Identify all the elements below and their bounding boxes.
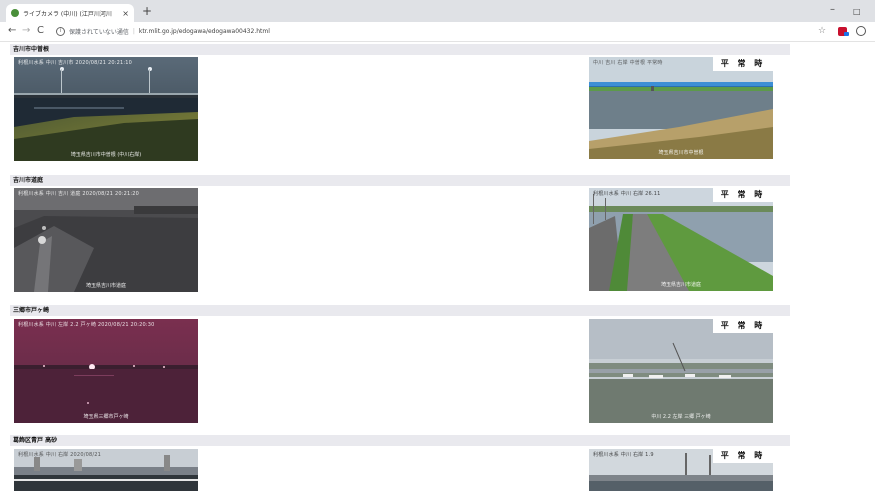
camera-scene — [589, 319, 773, 423]
camera-scene — [14, 319, 198, 423]
camera-caption: 埼玉県吉川市中曽根 — [658, 150, 704, 156]
camera-caption: 埼玉県吉川市道庭 — [660, 282, 701, 288]
camera-overlay-text: 利根川水系 中川 右岸 26.11 — [593, 191, 661, 197]
profile-icon[interactable] — [856, 26, 866, 36]
status-badge: 平 常 時 — [713, 57, 773, 71]
camera-overlay-text: 利根川水系 中川 右岸 2020/08/21 — [18, 452, 101, 458]
camera-image-night[interactable]: 利根川水系 中川 左岸 2.2 戸ヶ崎 2020/08/21 20:20:30 … — [14, 319, 198, 423]
camera-overlay-text: 中川 吉川 右岸 中曽根 平常時 — [593, 60, 663, 66]
camera-scene — [589, 188, 773, 291]
tab-title: ライブカメラ (中川) (江戸川河川 — [23, 10, 112, 18]
reload-button[interactable]: C — [37, 25, 44, 37]
section-header: 葛飾区青戸 高砂 — [10, 435, 790, 446]
tab-bar: ライブカメラ (中川) (江戸川河川 × + – □ — [0, 0, 875, 22]
camera-image-night[interactable]: 利根川水系 中川 吉川市 2020/08/21 20:21:10 埼玉県吉川市中… — [14, 57, 198, 161]
security-label: 保護されていない通信 — [69, 29, 129, 36]
camera-image-normal[interactable]: 利根川水系 中川 右岸 1.9 平 常 時 — [589, 449, 773, 491]
back-button[interactable]: ← — [8, 25, 16, 37]
camera-overlay-text: 利根川水系 中川 吉川 道庭 2020/08/21 20:21:20 — [18, 191, 140, 197]
favicon-icon — [11, 9, 19, 17]
browser-toolbar: ← → C i 保護されていない通信 | ktr.mlit.go.jp/edog… — [0, 22, 875, 42]
status-badge: 平 常 時 — [713, 449, 773, 463]
camera-caption: 埼玉県吉川市道庭 — [85, 283, 126, 289]
camera-image-normal[interactable]: 平 常 時 中川 2.2 左岸 三郷 戸ヶ崎 — [589, 319, 773, 423]
camera-image-night[interactable]: 利根川水系 中川 吉川 道庭 2020/08/21 20:21:20 埼玉県吉川… — [14, 188, 198, 292]
url-separator: | — [132, 28, 135, 35]
info-icon[interactable]: i — [56, 27, 65, 36]
camera-image-day[interactable]: 利根川水系 中川 右岸 2020/08/21 — [14, 449, 198, 491]
extension-badge-icon — [844, 32, 849, 36]
camera-caption: 埼玉県三郷市戸ヶ崎 — [83, 414, 129, 420]
section-header: 三郷市戸ヶ崎 — [10, 305, 790, 316]
camera-image-normal[interactable]: 利根川水系 中川 右岸 26.11 平 常 時 埼玉県吉川市道庭 — [589, 188, 773, 291]
camera-scene — [14, 188, 198, 292]
camera-scene — [589, 57, 773, 159]
camera-caption: 中川 2.2 左岸 三郷 戸ヶ崎 — [651, 414, 711, 420]
camera-overlay-text: 利根川水系 中川 吉川市 2020/08/21 20:21:10 — [18, 60, 133, 66]
camera-overlay-text: 利根川水系 中川 左岸 2.2 戸ヶ崎 2020/08/21 20:20:30 — [18, 322, 155, 328]
address-bar[interactable]: i 保護されていない通信 | ktr.mlit.go.jp/edogawa/ed… — [56, 25, 801, 38]
new-tab-button[interactable]: + — [142, 3, 152, 19]
camera-image-normal[interactable]: 中川 吉川 右岸 中曽根 平常時 平 常 時 埼玉県吉川市中曽根 — [589, 57, 773, 159]
minimize-button[interactable]: – — [830, 3, 835, 17]
url-text[interactable]: ktr.mlit.go.jp/edogawa/edogawa00432.html — [139, 28, 270, 35]
section-header: 吉川市道庭 — [10, 175, 790, 186]
restore-button[interactable]: □ — [853, 5, 861, 19]
camera-caption: 埼玉県吉川市中曽根 (中川右岸) — [70, 152, 142, 158]
section-header: 吉川市中曽根 — [10, 44, 790, 55]
status-badge: 平 常 時 — [713, 188, 773, 202]
page-content: 吉川市中曽根 利根川水系 中川 吉川市 2020/08/21 20:21:10 … — [0, 41, 875, 491]
tab-close-icon[interactable]: × — [122, 9, 129, 18]
status-badge: 平 常 時 — [713, 319, 773, 333]
browser-tab[interactable]: ライブカメラ (中川) (江戸川河川 × — [6, 4, 134, 22]
camera-scene — [14, 57, 198, 161]
bookmark-star-icon[interactable]: ☆ — [818, 26, 826, 36]
camera-overlay-text: 利根川水系 中川 右岸 1.9 — [593, 452, 654, 458]
forward-button[interactable]: → — [22, 25, 30, 37]
